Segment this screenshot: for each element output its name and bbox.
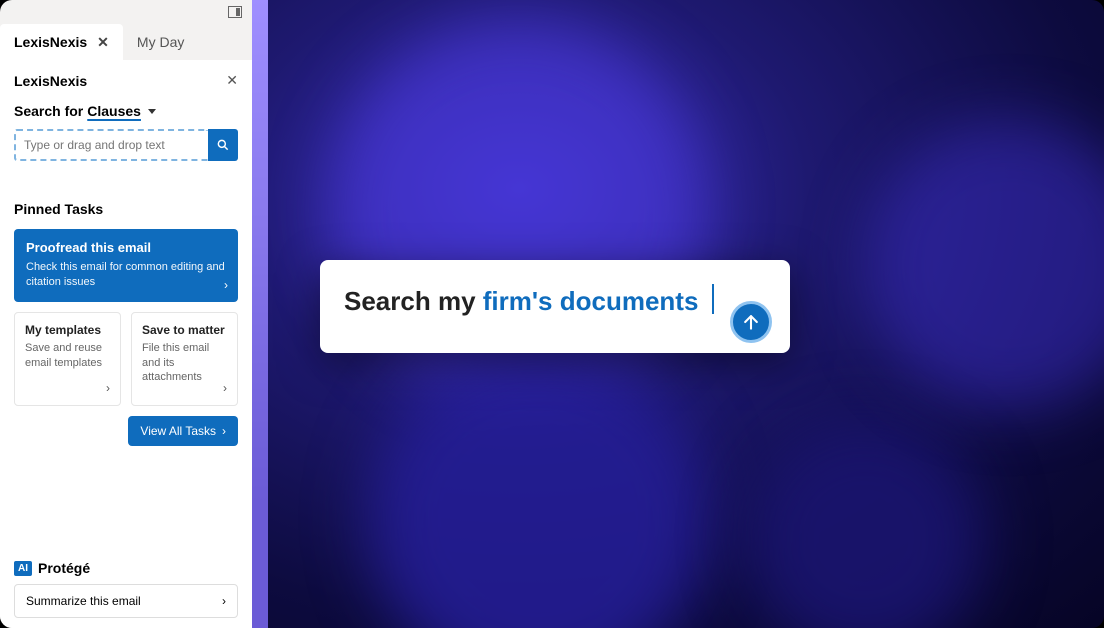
- tab-label: My Day: [137, 34, 184, 50]
- panel-title: LexisNexis: [14, 73, 87, 89]
- card-title: Proofread this email: [26, 240, 226, 255]
- vertical-accent-divider: [252, 0, 268, 628]
- search-row: [14, 129, 238, 161]
- ai-badge-icon: AI: [14, 561, 32, 576]
- search-label-prefix: Search for: [14, 103, 83, 119]
- panel-footer: AI Protégé Summarize this email ›: [14, 552, 238, 618]
- search-icon: [216, 138, 230, 152]
- expand-pane-icon[interactable]: [228, 6, 242, 18]
- card-description: Save and reuse email templates: [25, 341, 110, 371]
- search-button[interactable]: [208, 129, 238, 161]
- tab-my-day[interactable]: My Day: [123, 24, 198, 60]
- card-title: My templates: [25, 323, 110, 337]
- chevron-right-icon: ›: [222, 424, 226, 438]
- arrow-up-icon: [741, 312, 761, 332]
- search-label-value: Clauses: [87, 103, 141, 119]
- search-input[interactable]: [14, 129, 208, 161]
- background-blob: [744, 418, 984, 628]
- sidebar-panel: LexisNexis ✕ My Day LexisNexis ✕ Search …: [0, 0, 252, 628]
- secondary-tasks-row: My templates Save and reuse email templa…: [14, 312, 238, 407]
- tab-lexisnexis[interactable]: LexisNexis ✕: [0, 24, 123, 60]
- hero-prefix: Search my: [344, 286, 483, 316]
- pinned-tasks-heading: Pinned Tasks: [14, 201, 238, 217]
- close-icon[interactable]: ✕: [226, 72, 238, 89]
- view-all-tasks-button[interactable]: View All Tasks ›: [128, 416, 238, 446]
- hero-highlight: firm's documents: [483, 286, 699, 316]
- chevron-right-icon: ›: [224, 278, 228, 292]
- background-blob: [368, 348, 708, 628]
- panel-header: LexisNexis ✕: [14, 72, 238, 89]
- background-blob: [864, 120, 1104, 410]
- card-title: Save to matter: [142, 323, 227, 337]
- button-label: View All Tasks: [140, 424, 216, 438]
- task-proofread-email[interactable]: Proofread this email Check this email fo…: [14, 229, 238, 302]
- task-my-templates[interactable]: My templates Save and reuse email templa…: [14, 312, 121, 407]
- chevron-down-icon: [148, 109, 156, 114]
- task-save-to-matter[interactable]: Save to matter File this email and its a…: [131, 312, 238, 407]
- button-label: Summarize this email: [26, 594, 141, 608]
- chevron-right-icon: ›: [106, 381, 110, 395]
- protege-label: Protégé: [38, 560, 90, 576]
- tab-label: LexisNexis: [14, 34, 87, 50]
- protege-header: AI Protégé: [14, 560, 238, 576]
- window-controls: [0, 0, 252, 24]
- summarize-email-button[interactable]: Summarize this email ›: [14, 584, 238, 618]
- text-cursor-icon: [712, 284, 714, 314]
- main-content: Search my firm's documents: [268, 0, 1104, 628]
- search-for-dropdown[interactable]: Search for Clauses: [14, 103, 238, 119]
- tab-bar: LexisNexis ✕ My Day: [0, 24, 252, 60]
- close-icon[interactable]: ✕: [97, 35, 109, 49]
- submit-button[interactable]: [730, 301, 772, 343]
- hero-search-text: Search my firm's documents: [344, 286, 698, 316]
- card-description: File this email and its attachments: [142, 341, 227, 386]
- app-window: LexisNexis ✕ My Day LexisNexis ✕ Search …: [0, 0, 1104, 628]
- view-all-row: View All Tasks ›: [14, 416, 238, 446]
- chevron-right-icon: ›: [222, 594, 226, 608]
- card-description: Check this email for common editing and …: [26, 260, 226, 291]
- chevron-right-icon: ›: [223, 381, 227, 395]
- hero-search-card[interactable]: Search my firm's documents: [320, 260, 790, 353]
- panel-body: LexisNexis ✕ Search for Clauses Pinned T…: [0, 60, 252, 628]
